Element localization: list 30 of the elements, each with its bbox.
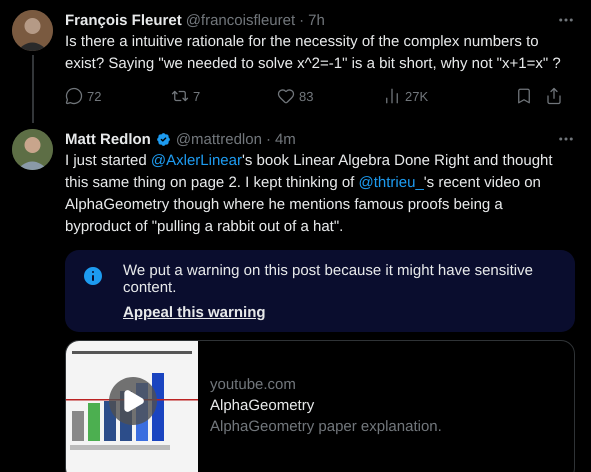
warning-message: We put a warning on this post because it might have sensitive content.: [123, 262, 534, 296]
post-text: Is there a intuitive rationale for the necessity of the complex numbers to exist? Saying "we needed to solve x^2=-1" is a bit short, why not "x+1=x" ?: [65, 32, 562, 74]
author-name[interactable]: Matt Redlon: [65, 130, 151, 148]
separator-dot: ·: [266, 130, 271, 148]
card-title: AlphaGeometry: [210, 396, 316, 416]
card-description: AlphaGeometry paper explanation.: [210, 416, 442, 436]
reply-button[interactable]: 72: [65, 87, 171, 105]
speech-bubble-icon: [65, 87, 83, 105]
post-text: I just started @AxlerLinear's book Linear Algebra Done Right and thought this same thing on page 2. I kept thinking of @thtrieu_'s recent video on AlphaGeometry though where he mentions famous proofs being a byproduct of "pulling a rabbit out of a hat".: [65, 151, 554, 237]
avatar[interactable]: [12, 10, 53, 51]
bookmark-icon: [515, 87, 533, 105]
mention-link[interactable]: @AxlerLinear: [150, 152, 242, 169]
post-time[interactable]: 7h: [308, 12, 325, 28]
mention-link[interactable]: @thtrieu_: [358, 174, 424, 191]
appeal-link[interactable]: Appeal this warning: [123, 304, 266, 321]
share-icon: [545, 87, 563, 105]
views-button[interactable]: 27K: [383, 87, 515, 105]
like-button[interactable]: 83: [277, 87, 383, 105]
card-domain: youtube.com: [210, 374, 297, 394]
separator-dot: ·: [299, 12, 304, 28]
heart-icon: [277, 87, 295, 105]
info-icon: [81, 264, 105, 288]
post-time[interactable]: 4m: [274, 130, 296, 148]
avatar[interactable]: [12, 129, 53, 170]
author-name[interactable]: François Fleuret: [65, 12, 182, 28]
author-handle[interactable]: @francoisfleuret: [186, 12, 296, 28]
link-card[interactable]: youtube.com AlphaGeometry AlphaGeometry paper explanation.: [65, 340, 575, 472]
author-handle[interactable]: @mattredlon: [176, 130, 262, 148]
repost-button[interactable]: 7: [171, 87, 277, 105]
bar-chart-icon: [383, 87, 401, 105]
